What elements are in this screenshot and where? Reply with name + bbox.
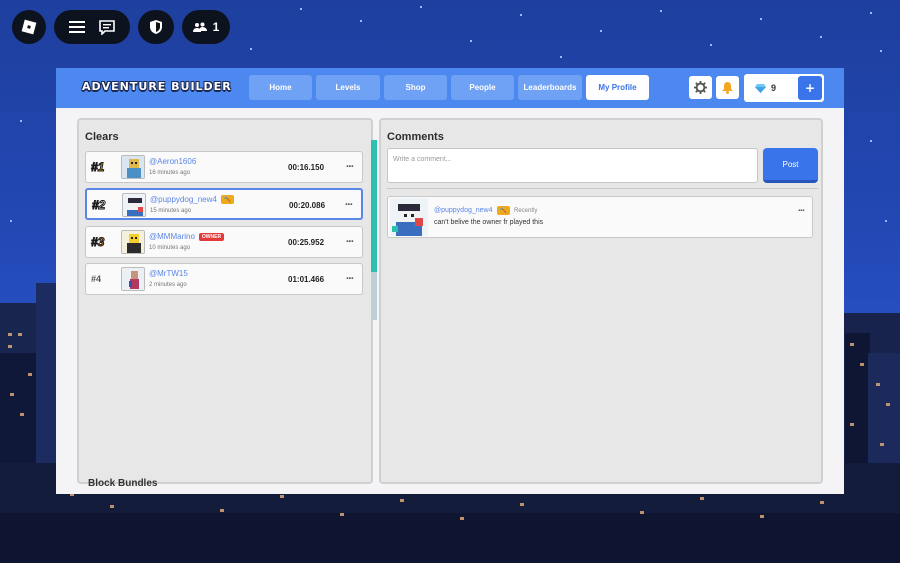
builder-badge: 🔨: [496, 206, 510, 215]
notifications-button[interactable]: [716, 76, 739, 99]
timestamp: 16 minutes ago: [149, 170, 191, 176]
clear-time: 00:25.952: [288, 238, 325, 247]
rank-label: #1: [90, 160, 105, 175]
clears-title: Clears: [85, 131, 119, 143]
background-strip: [371, 272, 377, 320]
username: @MrTW15: [149, 269, 188, 278]
more-options-button[interactable]: ...: [345, 198, 353, 208]
builder-badge: 🔨: [220, 195, 235, 204]
clear-time: 01:01.466: [288, 275, 325, 284]
app-logo: ADVENTURE BUILDER: [82, 80, 232, 93]
rank-label: #3: [90, 235, 105, 250]
nav-levels[interactable]: Levels: [316, 75, 380, 100]
timestamp: 15 minutes ago: [150, 208, 192, 214]
nav-home[interactable]: Home: [249, 75, 312, 100]
clear-time: 00:16.150: [288, 163, 325, 172]
avatar: [122, 193, 146, 217]
username-link[interactable]: @puppydog_new4 🔨: [150, 195, 235, 204]
clear-row[interactable]: #4 @MrTW15 2 minutes ago 01:01.466 ...: [85, 263, 363, 295]
avatar: [121, 230, 145, 254]
app-window: ADVENTURE BUILDER Home Levels Shop Peopl…: [56, 68, 844, 494]
shield-icon: [150, 20, 162, 34]
gear-icon: [694, 81, 707, 94]
clear-row[interactable]: #1 @Aeron1606 16 minutes ago 00:16.150 .…: [85, 151, 363, 183]
clear-time: 00:20.086: [289, 201, 326, 210]
roblox-topbar: 1: [12, 10, 230, 44]
divider: [387, 188, 818, 189]
more-options-button[interactable]: ...: [346, 235, 354, 245]
people-icon: [192, 22, 207, 32]
roblox-logo-button[interactable]: [12, 10, 46, 44]
clear-row[interactable]: #3 @MMMarino OWNER 10 minutes ago 00:25.9…: [85, 226, 363, 258]
buy-gems-button[interactable]: +: [798, 76, 822, 100]
chat-icon[interactable]: [99, 19, 115, 35]
owner-badge: OWNER: [198, 232, 225, 241]
main-nav: Home Levels Shop People Leaderboards My …: [249, 75, 649, 100]
clears-panel: Clears #1 @Aeron1606 16 minutes ago 00:1…: [77, 118, 373, 484]
people-count: 1: [212, 20, 220, 34]
comment-author[interactable]: @puppydog_new4 🔨 Recently: [434, 206, 537, 215]
roblox-logo-icon: [21, 19, 37, 35]
more-options-button[interactable]: ...: [346, 160, 354, 170]
hamburger-menu-icon[interactable]: [69, 21, 85, 33]
nav-leaderboards[interactable]: Leaderboards: [518, 75, 582, 100]
clear-row[interactable]: #2 @puppydog_new4 🔨 15 minutes ago 00:20.…: [85, 188, 363, 220]
currency-display: 9 +: [744, 74, 824, 102]
comment-timestamp: Recently: [513, 207, 538, 214]
settings-button[interactable]: [689, 76, 712, 99]
section-label: Block Bundles: [88, 478, 158, 489]
username: @MMMarino: [149, 232, 195, 241]
nav-shop[interactable]: Shop: [384, 75, 447, 100]
players-button[interactable]: 1: [182, 10, 230, 44]
comment-item: @puppydog_new4 🔨 Recently can't belive t…: [387, 196, 813, 238]
timestamp: 2 minutes ago: [149, 282, 187, 288]
gem-count: 9: [771, 83, 777, 93]
rank-label: #2: [91, 198, 106, 213]
nav-my-profile[interactable]: My Profile: [586, 75, 649, 100]
safety-button[interactable]: [138, 10, 174, 44]
more-options-button[interactable]: ...: [346, 272, 354, 282]
comment-input[interactable]: Write a comment...: [387, 148, 758, 183]
post-button[interactable]: Post: [763, 148, 818, 183]
username: @puppydog_new4: [150, 195, 217, 204]
timestamp: 10 minutes ago: [149, 245, 191, 251]
bell-icon: [722, 81, 733, 94]
nav-people[interactable]: People: [451, 75, 514, 100]
app-header: ADVENTURE BUILDER Home Levels Shop Peopl…: [56, 68, 844, 108]
background-strip: [371, 140, 377, 272]
avatar: [121, 267, 145, 291]
username-link[interactable]: @MMMarino OWNER: [149, 232, 225, 241]
avatar: [121, 155, 145, 179]
comment-text: can't belive the owner fr played this: [434, 219, 544, 226]
username: @puppydog_new4: [434, 207, 493, 214]
comment-more-button[interactable]: ...: [798, 204, 805, 213]
diamond-icon: [755, 83, 766, 93]
rank-label: #4: [91, 274, 102, 284]
comments-panel: Comments Write a comment... Post @puppyd…: [379, 118, 823, 484]
comments-title: Comments: [387, 131, 444, 143]
menu-chat-group: [54, 10, 130, 44]
username-link[interactable]: @Aeron1606: [149, 157, 196, 166]
avatar: [390, 198, 428, 236]
username-link[interactable]: @MrTW15: [149, 269, 188, 278]
username: @Aeron1606: [149, 157, 197, 166]
